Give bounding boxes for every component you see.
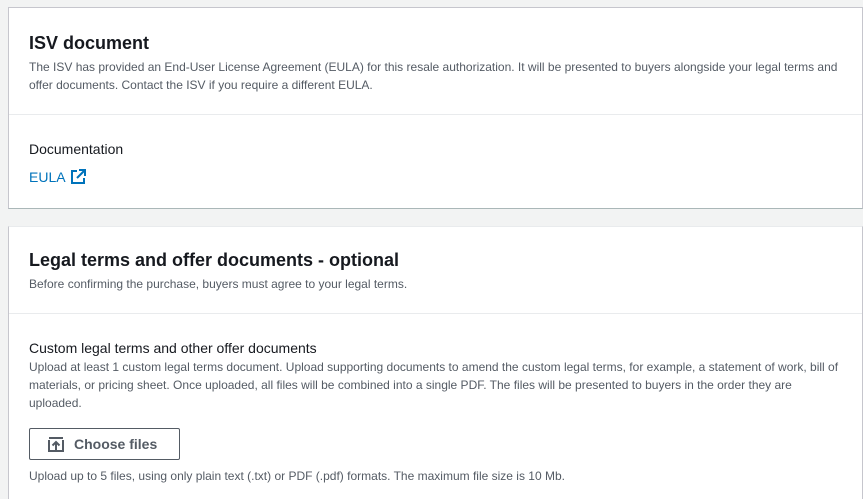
choose-files-label: Choose files [74, 436, 158, 452]
legal-terms-title: Legal terms and offer documents - option… [29, 250, 400, 270]
documentation-section: Documentation EULA [9, 115, 862, 187]
legal-terms-description: Before confirming the purchase, buyers m… [29, 277, 408, 291]
legal-terms-header: Legal terms and offer documents - option… [9, 227, 862, 313]
documentation-label: Documentation [29, 141, 124, 157]
upload-icon [48, 436, 64, 452]
eula-link[interactable]: EULA [29, 167, 86, 187]
isv-document-header: ISV document The ISV has provided an End… [9, 8, 862, 114]
custom-documents-label: Custom legal terms and other offer docum… [29, 340, 317, 356]
choose-files-button[interactable]: Choose files [29, 428, 181, 460]
isv-document-title: ISV document [29, 33, 150, 53]
isv-document-panel: ISV document The ISV has provided an End… [8, 7, 863, 209]
eula-link-label: EULA [29, 169, 66, 185]
isv-document-description: The ISV has provided an End-User License… [29, 60, 838, 92]
page: ISV document The ISV has provided an End… [0, 0, 863, 499]
legal-terms-panel: Legal terms and offer documents - option… [8, 226, 863, 499]
external-link-icon [70, 169, 86, 185]
upload-constraints-text: Upload up to 5 files, using only plain t… [29, 469, 565, 483]
custom-documents-section: Custom legal terms and other offer docum… [9, 314, 862, 484]
custom-documents-description: Upload at least 1 custom legal terms doc… [29, 360, 839, 410]
